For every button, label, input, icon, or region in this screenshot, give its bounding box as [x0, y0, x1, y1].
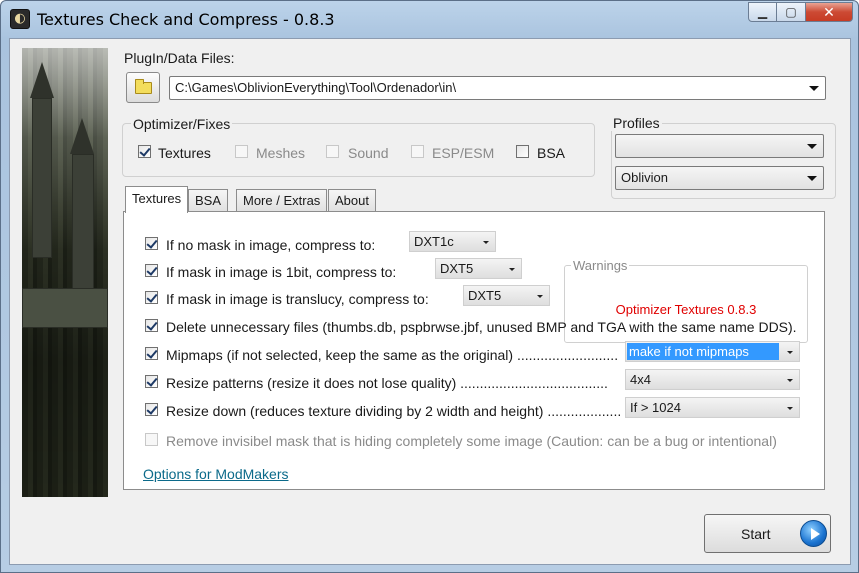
no-mask-label: If no mask in image, compress to: [166, 237, 376, 253]
chevron-down-icon [809, 86, 819, 91]
textures-checkbox-label: Textures [158, 145, 211, 161]
profiles-label: Profiles [611, 115, 662, 131]
resize-patterns-label: Resize patterns (resize it does not lose… [166, 375, 608, 391]
bsa-checkbox[interactable] [516, 145, 529, 158]
sound-checkbox-label: Sound [348, 145, 389, 161]
modmakers-options-link[interactable]: Options for ModMakers [143, 466, 289, 482]
app-window: ◐ Textures Check and Compress - 0.8.3 ▁ … [0, 0, 859, 573]
plugin-path-value: C:\Games\OblivionEverything\Tool\Ordenad… [175, 80, 457, 95]
meshes-checkbox-label: Meshes [256, 145, 306, 161]
game-select[interactable]: Oblivion [615, 166, 824, 190]
meshes-checkbox[interactable] [235, 145, 248, 158]
resize-patterns-value: 4x4 [630, 372, 651, 387]
start-button-label: Start [741, 526, 771, 542]
esp-esm-checkbox-label: ESP/ESM [432, 145, 495, 161]
mask-translucy-label: If mask in image is translucy, compress … [166, 291, 429, 307]
delete-files-checkbox[interactable] [145, 319, 158, 332]
app-icon[interactable]: ◐ [10, 9, 30, 29]
warnings-message: Optimizer Textures 0.8.3 [615, 302, 757, 317]
maximize-icon: ▢ [785, 5, 797, 19]
tab-about-label: About [335, 193, 369, 208]
bsa-checkbox-label: BSA [537, 145, 566, 161]
tab-textures[interactable]: Textures [125, 186, 189, 213]
close-icon: ✕ [823, 3, 835, 20]
maximize-button[interactable]: ▢ [777, 2, 806, 22]
mipmaps-select[interactable]: make if not mipmaps [625, 341, 800, 362]
chevron-down-icon [787, 379, 793, 382]
title-bar[interactable]: ◐ Textures Check and Compress - 0.8.3 ▁ … [1, 1, 858, 37]
chevron-down-icon [787, 351, 793, 354]
browse-folder-button[interactable] [126, 72, 160, 103]
plugin-label: PlugIn/Data Files: [124, 50, 235, 66]
tab-textures-label: Textures [132, 191, 182, 206]
resize-down-checkbox[interactable] [145, 403, 158, 416]
no-mask-format-select[interactable]: DXT1c [409, 231, 496, 252]
resize-down-label: Resize down (reduces texture dividing by… [166, 403, 622, 419]
caption-buttons: ▁ ▢ ✕ [748, 2, 853, 22]
tab-more-extras[interactable]: More / Extras [236, 189, 328, 212]
chevron-down-icon [807, 144, 817, 149]
chevron-down-icon [537, 295, 543, 298]
esp-esm-checkbox[interactable] [411, 145, 424, 158]
warnings-title: Warnings [571, 258, 630, 273]
resize-down-select[interactable]: If > 1024 [625, 397, 800, 418]
client-area: PlugIn/Data Files: C:\Games\OblivionEver… [9, 38, 851, 565]
mipmaps-checkbox[interactable] [145, 347, 158, 360]
resize-patterns-select[interactable]: 4x4 [625, 369, 800, 390]
textures-checkbox[interactable] [138, 145, 151, 158]
chevron-down-icon [787, 407, 793, 410]
textures-tab-panel: If no mask in image, compress to: DXT1c … [123, 211, 825, 490]
folder-icon [135, 79, 152, 94]
mipmaps-label: Mipmaps (if not selected, keep the same … [166, 347, 619, 363]
mipmaps-select-value: make if not mipmaps [627, 343, 779, 360]
castle-image [22, 48, 108, 497]
chevron-down-icon [509, 268, 515, 271]
mask-1bit-format-value: DXT5 [440, 261, 474, 276]
remove-mask-checkbox[interactable] [145, 433, 158, 446]
tab-bsa-label: BSA [195, 193, 222, 208]
mask-1bit-label: If mask in image is 1bit, compress to: [166, 264, 397, 280]
mask-translucy-checkbox[interactable] [145, 291, 158, 304]
sound-checkbox[interactable] [326, 145, 339, 158]
mask-1bit-format-select[interactable]: DXT5 [435, 258, 522, 279]
resize-down-value: If > 1024 [630, 400, 681, 415]
game-select-value: Oblivion [621, 170, 668, 185]
remove-mask-label: Remove invisibel mask that is hiding com… [166, 433, 777, 449]
play-arrow-icon [800, 520, 827, 547]
profile-select[interactable] [615, 134, 824, 158]
mask-1bit-checkbox[interactable] [145, 264, 158, 277]
no-mask-checkbox[interactable] [145, 237, 158, 250]
mask-translucy-format-select[interactable]: DXT5 [463, 285, 550, 306]
chevron-down-icon [483, 241, 489, 244]
plugin-path-combo[interactable]: C:\Games\OblivionEverything\Tool\Ordenad… [169, 76, 826, 100]
resize-patterns-checkbox[interactable] [145, 375, 158, 388]
tab-about[interactable]: About [328, 189, 376, 212]
minimize-button[interactable]: ▁ [748, 2, 777, 22]
start-button[interactable]: Start [704, 514, 831, 553]
mask-translucy-format-value: DXT5 [468, 288, 502, 303]
tab-bsa[interactable]: BSA [188, 189, 229, 212]
chevron-down-icon [807, 176, 817, 181]
optimizer-label: Optimizer/Fixes [131, 116, 233, 132]
no-mask-format-value: DXT1c [414, 234, 454, 249]
tab-more-extras-label: More / Extras [243, 193, 321, 208]
window-title: Textures Check and Compress - 0.8.3 [37, 10, 335, 29]
minimize-icon: ▁ [757, 5, 768, 19]
close-button[interactable]: ✕ [806, 2, 853, 22]
delete-files-label: Delete unnecessary files (thumbs.db, psp… [166, 319, 797, 335]
